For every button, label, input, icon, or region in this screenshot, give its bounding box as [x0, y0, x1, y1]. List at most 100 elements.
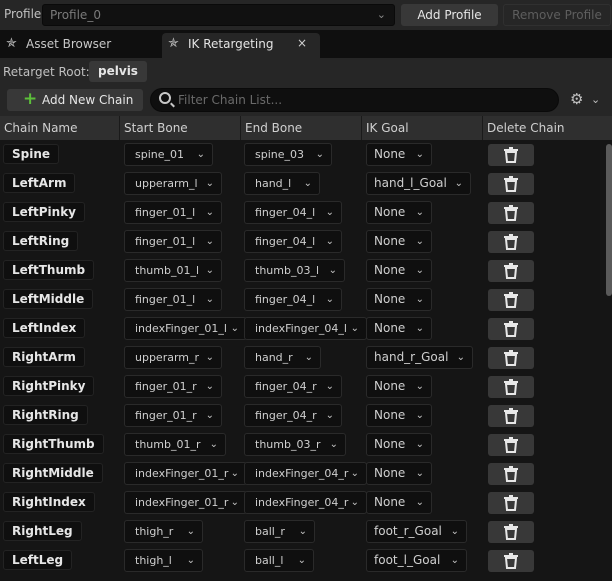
chain-name-field[interactable]: RightMiddle [3, 463, 103, 483]
start-bone-dropdown[interactable]: finger_01_l ⌄ [124, 288, 222, 311]
delete-chain-button[interactable] [488, 231, 534, 253]
delete-chain-button[interactable] [488, 347, 534, 369]
chain-name-field[interactable]: RightArm [3, 347, 85, 367]
scrollbar[interactable] [606, 144, 612, 581]
chain-name-field[interactable]: RightRing [3, 405, 88, 425]
end-bone-dropdown[interactable]: finger_04_r ⌄ [244, 375, 342, 398]
end-bone-dropdown[interactable]: hand_l ⌄ [244, 172, 320, 195]
chevron-down-icon[interactable]: ⌄ [591, 93, 600, 106]
chain-name-field[interactable]: LeftPinky [3, 202, 85, 222]
end-bone-dropdown[interactable]: thumb_03_l ⌄ [244, 259, 345, 282]
delete-chain-button[interactable] [488, 173, 534, 195]
chain-name-field[interactable]: LeftThumb [3, 260, 95, 280]
ik-goal-dropdown[interactable]: None ⌄ [366, 288, 432, 311]
end-bone-dropdown[interactable]: hand_r ⌄ [244, 346, 321, 369]
chain-name-field[interactable]: LeftLeg [3, 550, 73, 570]
tab-asset-browser[interactable]: ✯ Asset Browser [0, 33, 158, 58]
start-bone-dropdown[interactable]: upperarm_r ⌄ [124, 346, 222, 369]
end-bone-value: finger_04_r [255, 380, 317, 393]
end-bone-value: indexFinger_04_r [255, 496, 349, 509]
ik-goal-dropdown[interactable]: None ⌄ [366, 201, 432, 224]
ik-goal-dropdown[interactable]: None ⌄ [366, 317, 432, 340]
start-bone-dropdown[interactable]: spine_01 ⌄ [124, 143, 213, 166]
chain-name-field[interactable]: RightThumb [3, 434, 104, 454]
start-bone-dropdown[interactable]: thumb_01_l ⌄ [124, 259, 222, 282]
chain-name-field[interactable]: LeftRing [3, 231, 79, 251]
start-bone-value: thigh_r [135, 525, 174, 538]
ik-goal-dropdown[interactable]: None ⌄ [366, 143, 432, 166]
end-bone-dropdown[interactable]: thumb_03_r ⌄ [244, 433, 346, 456]
ik-goal-dropdown[interactable]: None ⌄ [366, 462, 432, 485]
delete-chain-button[interactable] [488, 492, 534, 514]
end-bone-dropdown[interactable]: finger_04_l ⌄ [244, 201, 342, 224]
start-bone-dropdown[interactable]: finger_01_l ⌄ [124, 201, 222, 224]
delete-chain-button[interactable] [488, 260, 534, 282]
column-header-ik-goal[interactable]: IK Goal [362, 116, 483, 140]
close-icon[interactable]: × [297, 36, 307, 50]
scrollbar-thumb[interactable] [606, 144, 612, 296]
delete-chain-button[interactable] [488, 550, 534, 572]
filter-chain-input[interactable] [178, 92, 548, 108]
end-bone-dropdown[interactable]: finger_04_r ⌄ [244, 404, 342, 427]
delete-chain-button[interactable] [488, 376, 534, 398]
start-bone-dropdown[interactable]: thigh_r ⌄ [124, 520, 203, 543]
end-bone-dropdown[interactable]: ball_r ⌄ [244, 520, 315, 543]
start-bone-dropdown[interactable]: finger_01_r ⌄ [124, 375, 222, 398]
retarget-root-button[interactable]: pelvis [89, 61, 147, 82]
profile-dropdown[interactable]: Profile_0 ⌄ [42, 4, 395, 26]
delete-chain-button[interactable] [488, 144, 534, 166]
ik-goal-dropdown[interactable]: foot_r_Goal ⌄ [366, 520, 467, 543]
column-header-end-bone[interactable]: End Bone [241, 116, 362, 140]
start-bone-dropdown[interactable]: indexFinger_01_r ⌄ [124, 462, 247, 485]
column-header-chain-name[interactable]: Chain Name [0, 116, 120, 140]
end-bone-dropdown[interactable]: finger_04_l ⌄ [244, 288, 342, 311]
start-bone-dropdown[interactable]: indexFinger_01_r ⌄ [124, 491, 247, 514]
chain-name-field[interactable]: LeftArm [3, 173, 76, 193]
chain-name-field[interactable]: LeftMiddle [3, 289, 94, 309]
end-bone-dropdown[interactable]: indexFinger_04_r ⌄ [244, 462, 367, 485]
chain-name-field[interactable]: RightLeg [3, 521, 82, 541]
delete-chain-button[interactable] [488, 318, 534, 340]
chain-name-field[interactable]: RightIndex [3, 492, 95, 512]
filter-box [150, 88, 559, 112]
end-bone-dropdown[interactable]: indexFinger_04_l ⌄ [244, 317, 367, 340]
delete-chain-button[interactable] [488, 463, 534, 485]
delete-chain-button[interactable] [488, 434, 534, 456]
delete-chain-button[interactable] [488, 405, 534, 427]
delete-chain-button[interactable] [488, 202, 534, 224]
ik-goal-dropdown[interactable]: None ⌄ [366, 404, 432, 427]
ik-goal-value: None [374, 466, 406, 480]
end-bone-dropdown[interactable]: finger_04_l ⌄ [244, 230, 342, 253]
chain-name-field[interactable]: Spine [3, 144, 60, 164]
delete-chain-button[interactable] [488, 521, 534, 543]
gear-icon[interactable]: ⚙ [570, 92, 583, 107]
ik-goal-dropdown[interactable]: None ⌄ [366, 259, 432, 282]
add-profile-button[interactable]: Add Profile [401, 4, 498, 26]
chevron-down-icon: ⌄ [450, 526, 459, 537]
start-bone-dropdown[interactable]: finger_01_l ⌄ [124, 230, 222, 253]
start-bone-dropdown[interactable]: finger_01_r ⌄ [124, 404, 222, 427]
start-bone-dropdown[interactable]: indexFinger_01_l ⌄ [124, 317, 247, 340]
table-row: LeftMiddle finger_01_l ⌄ finger_04_l ⌄ None ⌄ [0, 285, 604, 314]
end-bone-dropdown[interactable]: indexFinger_04_r ⌄ [244, 491, 367, 514]
add-new-chain-button[interactable]: + Add New Chain [7, 89, 143, 111]
end-bone-dropdown[interactable]: spine_03 ⌄ [244, 143, 332, 166]
chain-name-field[interactable]: LeftIndex [3, 318, 86, 338]
start-bone-dropdown[interactable]: upperarm_l ⌄ [124, 172, 222, 195]
column-header-start-bone[interactable]: Start Bone [120, 116, 241, 140]
end-bone-dropdown[interactable]: ball_l ⌄ [244, 549, 314, 572]
ik-goal-dropdown[interactable]: hand_r_Goal ⌄ [366, 346, 473, 369]
tab-ik-retargeting[interactable]: ✯ IK Retargeting × [162, 33, 320, 58]
column-header-delete-chain[interactable]: Delete Chain [483, 116, 604, 140]
ik-goal-dropdown[interactable]: None ⌄ [366, 433, 432, 456]
ik-goal-dropdown[interactable]: hand_l_Goal ⌄ [366, 172, 471, 195]
remove-profile-button[interactable]: Remove Profile [503, 4, 611, 26]
start-bone-dropdown[interactable]: thumb_01_r ⌄ [124, 433, 226, 456]
ik-goal-dropdown[interactable]: None ⌄ [366, 230, 432, 253]
delete-chain-button[interactable] [488, 289, 534, 311]
ik-goal-dropdown[interactable]: None ⌄ [366, 491, 432, 514]
ik-goal-dropdown[interactable]: None ⌄ [366, 375, 432, 398]
start-bone-dropdown[interactable]: thigh_l ⌄ [124, 549, 203, 572]
chain-name-field[interactable]: RightPinky [3, 376, 95, 396]
ik-goal-dropdown[interactable]: foot_l_Goal ⌄ [366, 549, 467, 572]
